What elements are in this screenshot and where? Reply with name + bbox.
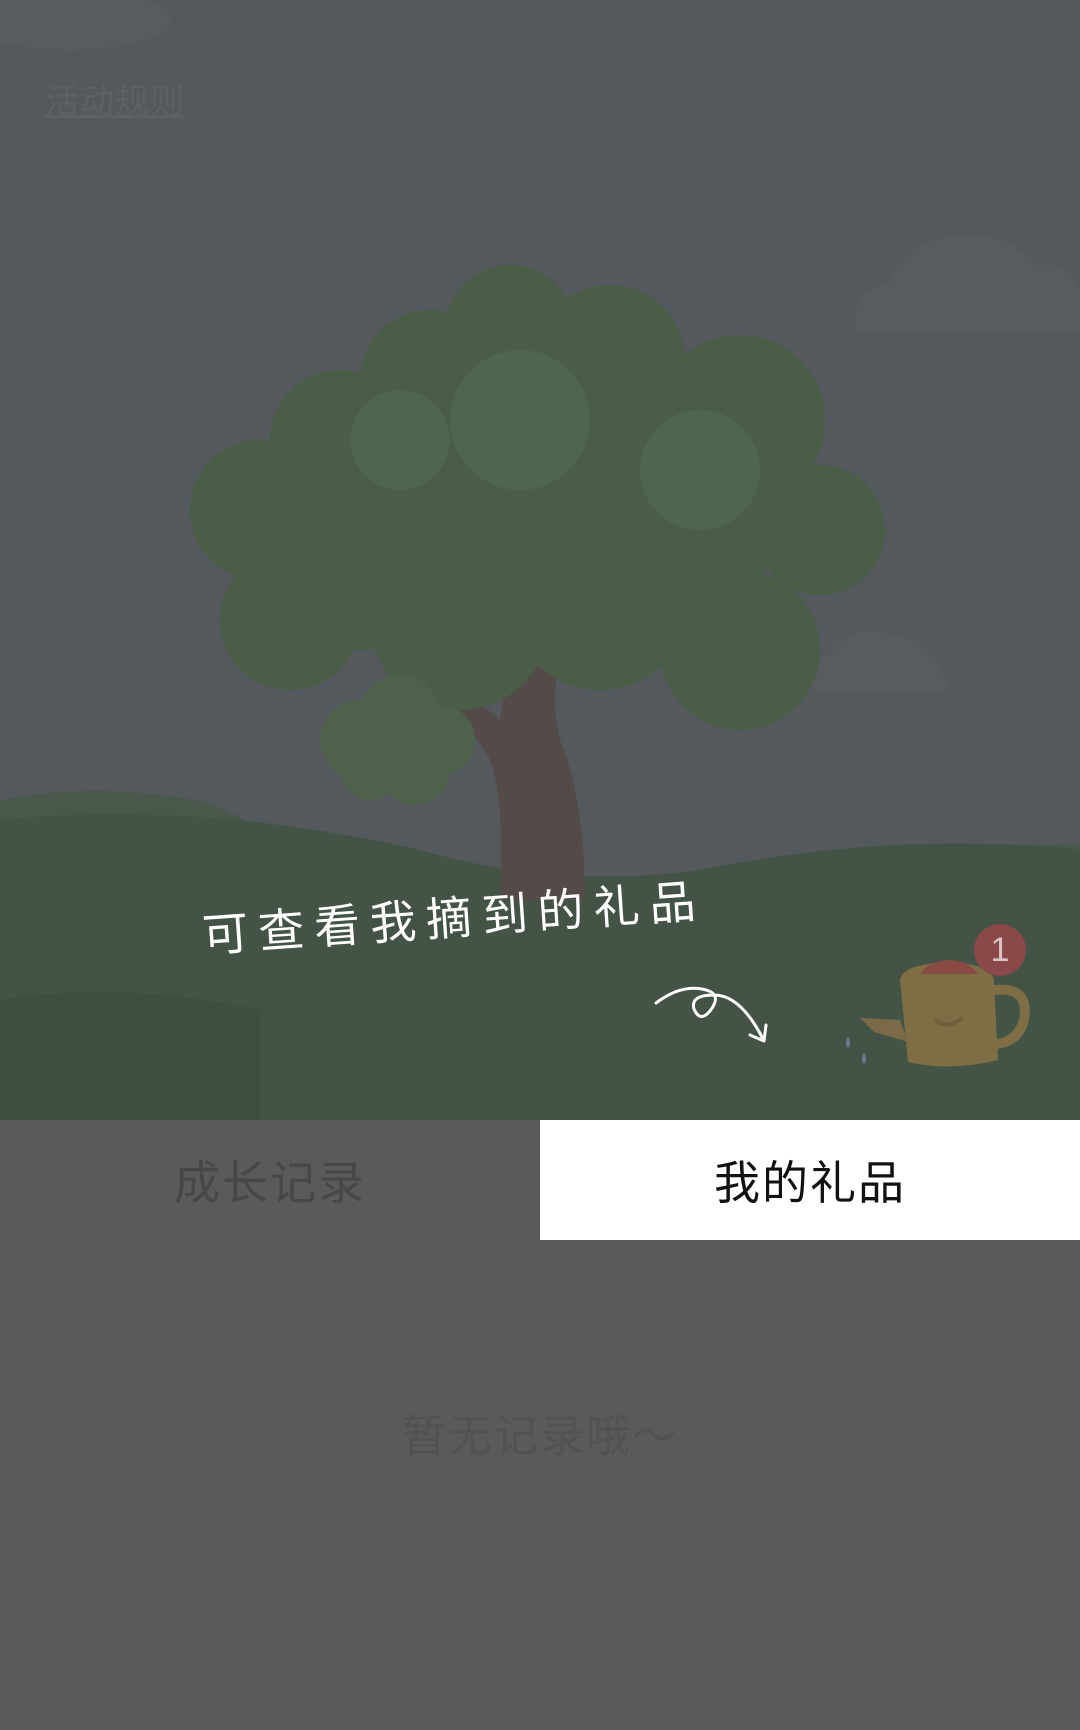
kettle-count-badge: 1: [974, 924, 1026, 976]
tab-my-gifts[interactable]: 我的礼品: [540, 1120, 1080, 1240]
activity-rules-link[interactable]: 活动规则: [45, 74, 185, 123]
curly-arrow-icon: [654, 986, 768, 1043]
tab-growth-record[interactable]: 成长记录: [0, 1120, 540, 1240]
tab-bar: 成长记录 我的礼品: [0, 1120, 1080, 1240]
empty-state-text: 暂无记录哦～: [402, 1411, 678, 1462]
